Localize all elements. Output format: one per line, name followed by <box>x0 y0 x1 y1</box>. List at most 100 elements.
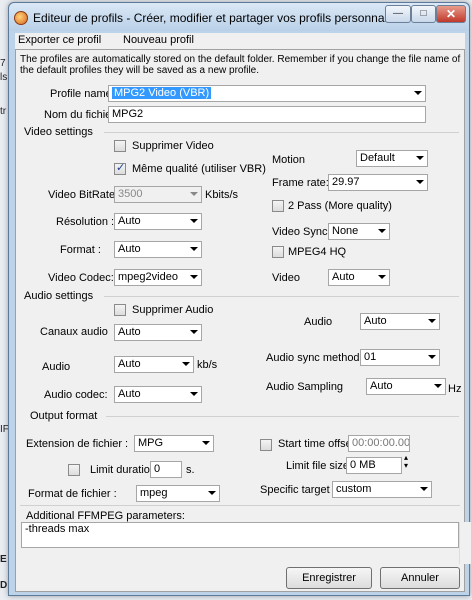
format-label: Format : <box>60 244 101 256</box>
suppress-video-label: Supprimer Video <box>132 140 214 152</box>
format-select[interactable]: Auto <box>114 241 202 258</box>
motion-value: Default <box>360 152 395 164</box>
frame-rate-label: Frame rate: <box>272 177 329 189</box>
audio-mode-select[interactable]: Auto <box>360 313 440 330</box>
audio-bitrate-label: Audio <box>42 361 71 373</box>
file-extension-select[interactable]: MPG <box>134 435 214 452</box>
mpeg4-hq-checkbox[interactable] <box>272 246 284 258</box>
file-name-input[interactable]: MPG2 <box>108 106 426 123</box>
minimize-button[interactable]: — <box>385 5 411 23</box>
start-offset-input[interactable]: 00:00:00.000 <box>348 435 410 452</box>
audio-codec-value: Auto <box>118 388 141 400</box>
video-bitrate-select[interactable]: 3500 <box>114 186 202 203</box>
limit-duration-input[interactable]: 0 <box>150 461 182 478</box>
suppress-audio-checkbox[interactable] <box>114 304 126 316</box>
video-mode-label: Video <box>272 272 300 284</box>
profile-editor-window: Editeur de profils - Créer, modifier et … <box>8 2 471 596</box>
chevron-down-icon <box>416 156 424 160</box>
menu-export-profile[interactable]: Exporter ce profil <box>18 34 101 46</box>
menu-new-profile[interactable]: Nouveau profil <box>123 34 194 46</box>
resolution-select[interactable]: Auto <box>114 213 202 230</box>
divider <box>104 132 459 133</box>
close-button[interactable]: ✕ <box>436 5 466 23</box>
audio-bitrate-value: Auto <box>118 358 141 370</box>
video-mode-select[interactable]: Auto <box>328 269 390 286</box>
title-bar[interactable]: Editeur de profils - Créer, modifier et … <box>9 3 469 31</box>
chevron-down-icon <box>428 319 436 323</box>
bg-fragment: 7 <box>0 58 6 69</box>
audio-bitrate-select[interactable]: Auto <box>114 356 194 373</box>
audio-mode-label: Audio <box>304 316 333 328</box>
video-mode-value: Auto <box>332 271 355 283</box>
file-format-select[interactable]: mpeg <box>136 485 220 502</box>
chevron-down-icon <box>190 247 198 251</box>
video-sync-label: Video Sync: <box>272 226 331 238</box>
chevron-down-icon <box>378 229 386 233</box>
audio-codec-select[interactable]: Auto <box>114 386 202 403</box>
horizontal-scrollbar[interactable] <box>21 548 459 560</box>
profile-name-label: Profile name: <box>50 88 115 100</box>
suppress-video-checkbox[interactable] <box>114 140 126 152</box>
start-offset-label: Start time offset <box>278 438 355 450</box>
start-offset-checkbox[interactable] <box>260 439 272 451</box>
video-sync-select[interactable]: None <box>328 223 390 240</box>
audio-sync-select[interactable]: 01 <box>360 349 440 366</box>
frame-rate-select[interactable]: 29.97 <box>328 174 428 191</box>
video-codec-label: Video Codec: <box>48 272 114 284</box>
vertical-scrollbar[interactable] <box>459 522 471 564</box>
video-codec-select[interactable]: mpeg2video <box>114 269 202 286</box>
audio-channels-label: Canaux audio <box>40 326 108 338</box>
audio-channels-value: Auto <box>118 326 141 338</box>
specific-target-select[interactable]: custom <box>332 481 432 498</box>
frame-rate-value: 29.97 <box>332 176 360 188</box>
profile-name-select[interactable]: MPG2 Video (VBR) <box>108 85 426 102</box>
limit-size-input[interactable]: 0 MB <box>346 457 402 474</box>
audio-codec-label: Audio codec: <box>44 389 108 401</box>
chevron-down-icon <box>190 330 198 334</box>
resolution-value: Auto <box>118 215 141 227</box>
file-format-value: mpeg <box>140 487 168 499</box>
video-codec-value: mpeg2video <box>118 271 178 283</box>
chevron-down-icon <box>414 91 422 95</box>
chevron-down-icon <box>190 192 198 196</box>
limit-duration-checkbox[interactable] <box>68 464 80 476</box>
output-format-header: Output format <box>30 410 98 422</box>
video-bitrate-label: Video BitRate: <box>48 189 119 201</box>
file-format-label: Format de fichier : <box>28 488 117 500</box>
specific-target-value: custom <box>336 483 372 495</box>
audio-bitrate-unit: kb/s <box>197 359 218 371</box>
info-text: The profiles are automatically stored on… <box>20 54 461 76</box>
limit-duration-unit: s. <box>186 464 195 476</box>
chevron-down-icon <box>420 487 428 491</box>
divider <box>20 505 460 506</box>
chevron-down-icon <box>202 441 210 445</box>
file-extension-value: MPG <box>138 437 164 449</box>
chevron-down-icon <box>378 275 386 279</box>
spinner-icon[interactable]: ▴ ▾ <box>404 454 408 470</box>
audio-settings-header: Audio settings <box>24 290 94 302</box>
chevron-down-icon <box>434 384 442 388</box>
save-button[interactable]: Enregistrer <box>286 567 372 589</box>
limit-size-label: Limit file size <box>286 460 349 472</box>
video-sync-value: None <box>332 225 359 237</box>
audio-sampling-value: Auto <box>370 380 393 392</box>
audio-mode-value: Auto <box>364 315 387 327</box>
divider <box>104 296 459 297</box>
cancel-button[interactable]: Annuler <box>380 567 460 589</box>
chevron-down-icon <box>190 275 198 279</box>
bg-fragment: D <box>0 580 8 591</box>
audio-sampling-select[interactable]: Auto <box>366 378 446 395</box>
maximize-button[interactable]: □ <box>411 5 436 23</box>
motion-select[interactable]: Default <box>356 150 428 167</box>
audio-sync-value: 01 <box>364 351 377 363</box>
menu-bar: Exporter ce profil Nouveau profil <box>15 33 465 49</box>
resolution-label: Résolution : <box>56 216 115 228</box>
bg-fragment: ls <box>0 72 8 83</box>
same-quality-label: Même qualité (utiliser VBR) <box>132 163 266 175</box>
same-quality-checkbox[interactable] <box>114 161 126 175</box>
two-pass-checkbox[interactable] <box>272 200 284 212</box>
window-title: Editeur de profils - Créer, modifier et … <box>33 11 416 25</box>
audio-sampling-unit: Hz <box>448 383 462 395</box>
ffmpeg-params-input[interactable]: -threads max <box>21 522 459 548</box>
audio-channels-select[interactable]: Auto <box>114 324 202 341</box>
